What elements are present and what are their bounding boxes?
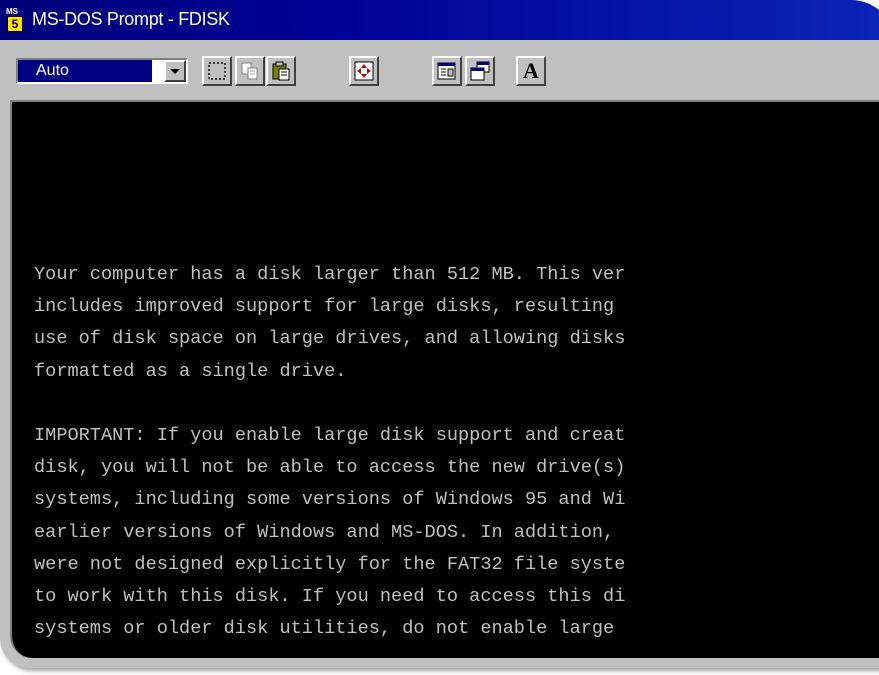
font-size-select[interactable]: Auto [16, 58, 188, 84]
console-line: systems or older disk utilities, do not … [34, 618, 615, 640]
mark-icon [208, 62, 226, 80]
console-line: IMPORTANT: If you enable large disk supp… [34, 424, 626, 446]
mark-button[interactable] [202, 56, 232, 86]
copy-button[interactable] [235, 56, 265, 86]
console-line: Your computer has a disk larger than 512… [34, 264, 626, 285]
copy-icon [241, 62, 258, 80]
console-line: disk, you will not be able to access the… [34, 457, 626, 479]
paste-button[interactable] [266, 56, 296, 86]
console-line: systems, including some versions of Wind… [34, 489, 626, 511]
console-line: earlier versions of Windows and MS-DOS. … [34, 521, 615, 543]
ms-dos-prompt-window: MS 5 MS-DOS Prompt - FDISK Auto A Your c… [0, 0, 879, 675]
title-bar[interactable]: MS 5 MS-DOS Prompt - FDISK [0, 0, 879, 40]
window-title: MS-DOS Prompt - FDISK [32, 8, 230, 29]
console-line: use of disk space on large drives, and a… [34, 328, 626, 350]
console-output[interactable]: Your computer has a disk larger than 512… [10, 100, 879, 658]
ms-dos-icon-label: MS [6, 7, 18, 16]
background-icon [470, 61, 490, 81]
paste-icon [272, 61, 290, 81]
toolbar: Auto A [0, 40, 879, 100]
font-size-dropdown-button[interactable] [164, 60, 186, 82]
font-size-value[interactable]: Auto [18, 60, 152, 82]
properties-icon [437, 62, 456, 80]
console-line: were not designed explicitly for the FAT… [34, 553, 626, 575]
properties-button[interactable] [432, 56, 462, 86]
ms-dos-icon-box: 5 [7, 16, 23, 32]
full-screen-icon [354, 61, 374, 81]
chevron-down-icon [170, 69, 180, 74]
background-button[interactable] [465, 56, 495, 86]
console-line: to work with this disk. If you need to a… [34, 585, 626, 607]
window-frame: MS 5 MS-DOS Prompt - FDISK Auto A Your c… [0, 0, 879, 668]
font-button[interactable]: A [516, 56, 546, 86]
full-screen-button[interactable] [349, 56, 379, 86]
ms-dos-icon[interactable]: MS 5 [4, 7, 26, 33]
console-line: includes improved support for large disk… [34, 296, 615, 318]
console-line: formatted as a single drive. [34, 360, 347, 382]
font-icon: A [523, 58, 539, 83]
